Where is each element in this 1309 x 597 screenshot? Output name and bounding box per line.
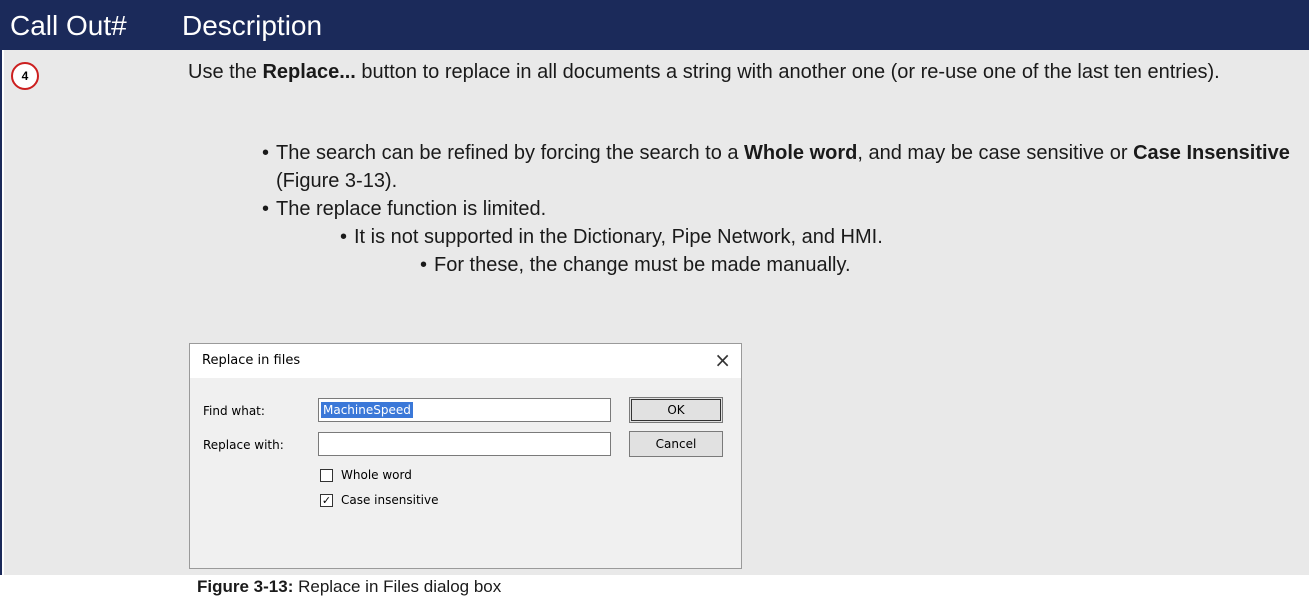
callout-number-badge: 4: [11, 62, 39, 90]
case-insensitive-checkbox[interactable]: ✓: [320, 494, 333, 507]
intro-paragraph: Use the Replace... button to replace in …: [188, 61, 1220, 83]
replace-term: Replace...: [262, 61, 356, 83]
bullet-refine-search: • The search can be refined by forcing th…: [262, 142, 1290, 192]
replace-with-label: Replace with:: [203, 438, 284, 452]
header-description: Description: [182, 10, 323, 41]
replace-in-files-dialog: Replace in files × Find what: MachineSpe…: [189, 343, 742, 569]
whole-word-label: Whole word: [341, 468, 412, 482]
table-row: 4 Use the Replace... button to replace i…: [4, 50, 1309, 596]
dialog-title: Replace in files: [202, 353, 301, 368]
case-insensitive-label: Case insensitive: [341, 493, 439, 507]
header-callout: Call Out#: [10, 10, 127, 41]
bullet-manual-change: • For these, the change must be made manu…: [420, 254, 851, 276]
cancel-button[interactable]: Cancel: [629, 431, 723, 457]
replace-with-input[interactable]: [318, 432, 611, 456]
find-what-value: MachineSpeed: [321, 402, 413, 418]
whole-word-checkbox[interactable]: [320, 469, 333, 482]
bullet-limited: • The replace function is limited.: [262, 198, 547, 220]
table-header: Call Out# Description: [2, 0, 1309, 50]
close-icon[interactable]: ×: [714, 348, 731, 372]
ok-button[interactable]: OK: [629, 397, 723, 423]
find-what-label: Find what:: [203, 404, 265, 418]
bullet-not-supported: • It is not supported in the Dictionary, …: [340, 226, 883, 248]
dialog-titlebar: Replace in files ×: [190, 344, 741, 378]
callout-table: Call Out# Description 4 Use the Replace.…: [0, 0, 1309, 596]
find-what-input[interactable]: MachineSpeed: [318, 398, 611, 422]
figure-caption: Figure 3-13: Replace in Files dialog box: [197, 577, 502, 596]
